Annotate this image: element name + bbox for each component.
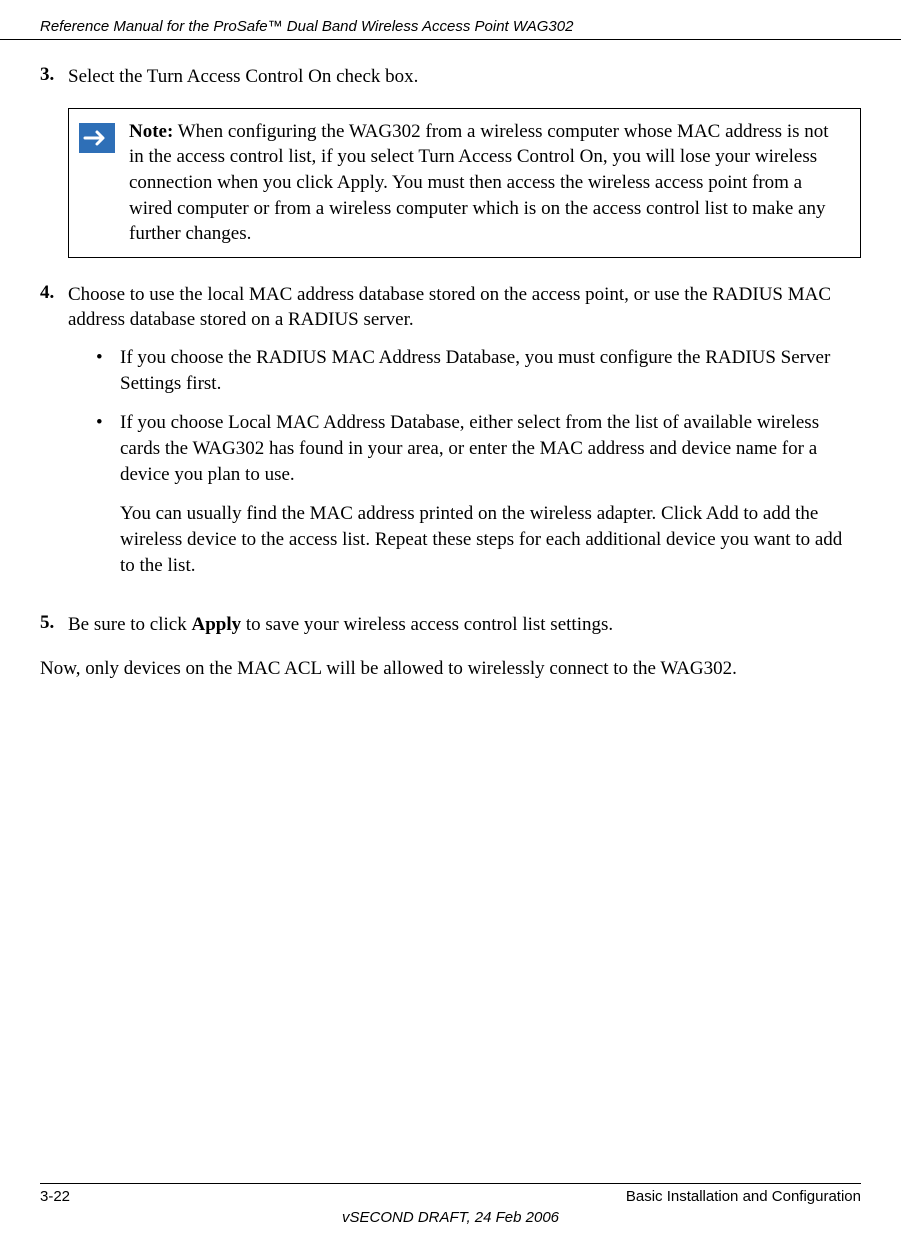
step-5-apply-bold: Apply bbox=[191, 614, 241, 635]
page-footer: 3-22 Basic Installation and Configuratio… bbox=[40, 1183, 861, 1226]
bullet-marker: • bbox=[96, 410, 120, 487]
arrow-right-icon bbox=[79, 123, 115, 153]
step-4-sub-paragraph: You can usually find the MAC address pri… bbox=[120, 501, 861, 578]
note-body: When configuring the WAG302 from a wirel… bbox=[129, 121, 829, 245]
bullet-text: If you choose the RADIUS MAC Address Dat… bbox=[120, 345, 861, 396]
footer-section: Basic Installation and Configuration bbox=[626, 1188, 861, 1205]
list-item: • If you choose Local MAC Address Databa… bbox=[96, 410, 861, 487]
footer-version: vSECOND DRAFT, 24 Feb 2006 bbox=[40, 1209, 861, 1226]
step-4-bullet-list: • If you choose the RADIUS MAC Address D… bbox=[96, 345, 861, 487]
step-5-text-post: to save your wireless access control lis… bbox=[241, 614, 613, 635]
list-item: • If you choose the RADIUS MAC Address D… bbox=[96, 345, 861, 396]
step-5-number: 5. bbox=[40, 612, 68, 638]
step-4-number: 4. bbox=[40, 282, 68, 594]
step-4-main-text: Choose to use the local MAC address data… bbox=[68, 284, 831, 331]
final-paragraph: Now, only devices on the MAC ACL will be… bbox=[40, 656, 861, 682]
step-5-text: Be sure to click Apply to save your wire… bbox=[68, 612, 613, 638]
step-3-number: 3. bbox=[40, 64, 68, 90]
note-label: Note: bbox=[129, 121, 173, 142]
step-3-text: Select the Turn Access Control On check … bbox=[68, 64, 418, 90]
note-text: Note: When configuring the WAG302 from a… bbox=[129, 119, 846, 247]
footer-page-number: 3-22 bbox=[40, 1188, 70, 1205]
step-5-text-pre: Be sure to click bbox=[68, 614, 191, 635]
bullet-marker: • bbox=[96, 345, 120, 396]
step-4: 4. Choose to use the local MAC address d… bbox=[40, 282, 861, 594]
step-4-text: Choose to use the local MAC address data… bbox=[68, 282, 861, 594]
footer-line: 3-22 Basic Installation and Configuratio… bbox=[40, 1183, 861, 1205]
bullet-text: If you choose Local MAC Address Database… bbox=[120, 410, 861, 487]
note-box: Note: When configuring the WAG302 from a… bbox=[68, 108, 861, 258]
step-5: 5. Be sure to click Apply to save your w… bbox=[40, 612, 861, 638]
page-header: Reference Manual for the ProSafe™ Dual B… bbox=[0, 0, 901, 40]
header-title: Reference Manual for the ProSafe™ Dual B… bbox=[40, 18, 573, 35]
page-content: 3. Select the Turn Access Control On che… bbox=[0, 64, 901, 682]
step-3: 3. Select the Turn Access Control On che… bbox=[40, 64, 861, 90]
